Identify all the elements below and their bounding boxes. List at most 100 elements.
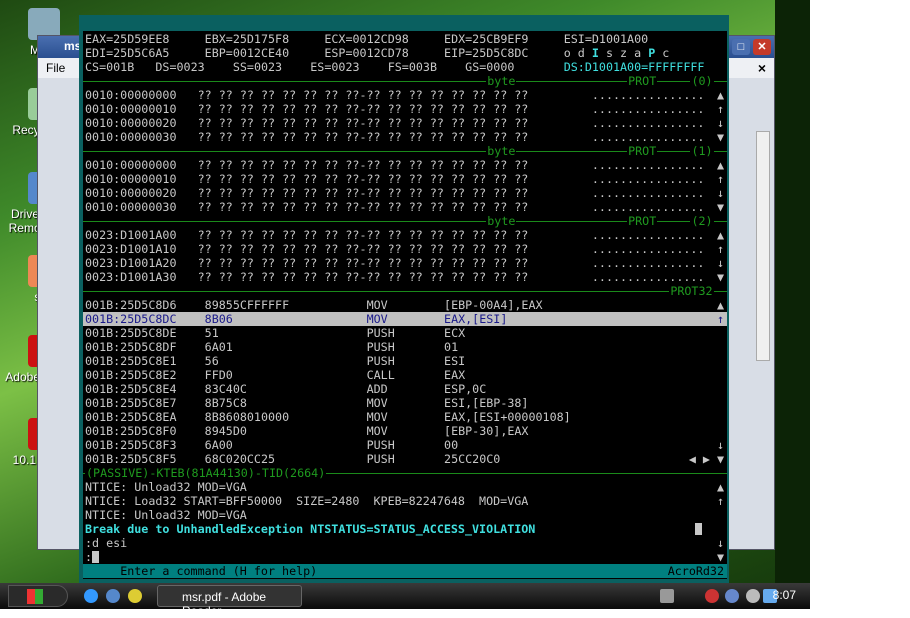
log-text: NTICE: Load32 START=BFF50000 SIZE=2480 K… [85,494,529,508]
thread-info: (PASSIVE)-KTEB(81A44130)-TID(2664) [85,466,327,480]
memory-row: 0010:00000020 ?? ?? ?? ?? ?? ?? ?? ??-?? … [83,116,727,130]
register-value: ESP=0012CD78 [324,46,409,60]
instruction-mnemonic: PUSH [366,438,395,452]
command-cursor[interactable] [92,551,100,563]
close-document-button[interactable]: × [758,60,766,76]
instruction-address: 001B:25D5C8DC [85,312,177,326]
instruction-mnemonic: PUSH [366,340,395,354]
data-type-label: byte [486,214,517,228]
scroll-arrow[interactable]: ▼ [717,200,724,214]
code-mode-label: PROT32 [669,284,714,298]
cpu-flag: a [634,46,642,60]
memory-bytes: ?? ?? ?? ?? ?? ?? ?? ??-?? ?? ?? ?? ?? ?… [197,256,529,270]
command-log-line: :d esi ↓ [83,536,727,550]
scroll-arrow[interactable]: ↓ [717,438,724,452]
instruction-bytes: 56 [204,354,219,368]
scroll-arrow[interactable]: ▼ [717,270,724,284]
cpu-flag: c [662,46,670,60]
keyboard-icon[interactable] [660,589,674,603]
scroll-arrow[interactable]: ▲ [717,298,724,312]
instruction-operands: EAX,[ESI] [444,312,508,326]
scroll-arrow[interactable]: ▼ [717,130,724,144]
scroll-arrow[interactable]: ↑ [717,172,724,186]
scroll-arrow[interactable]: ↑ [717,242,724,256]
taskbar-button-adobe-reader[interactable]: msr.pdf - Adobe Reader [157,585,302,618]
instruction-bytes: 8B8608010000 [204,410,290,424]
scroll-arrow[interactable]: ◀ ▶ ▼ [689,452,724,466]
scroll-arrow[interactable]: ↓ [717,186,724,200]
register-row: EAX=25D59EE8 EBX=25D175F8 ECX=0012CD98 EDX=… [83,32,727,46]
clock: 8:07 [772,588,796,602]
scroll-arrow[interactable]: ↑ [717,102,724,116]
command-log-line: Break due to UnhandledException NTSTATUS… [83,522,727,536]
scroll-arrow[interactable]: ▲ [717,480,724,494]
instruction-address: 001B:25D5C8E4 [85,382,177,396]
scroll-arrow[interactable]: ↑ [717,494,724,508]
network-icon[interactable] [725,589,739,603]
start-button[interactable] [8,585,68,607]
memory-address: 0023:D1001A10 [85,242,177,256]
cpu-flag: o [563,46,571,60]
memory-address: 0010:00000030 [85,130,177,144]
memory-ascii: ................ [591,130,705,144]
scroll-arrow[interactable]: ↓ [717,536,724,550]
register-value: SS=0023 [232,60,283,74]
command-input-line[interactable]: : ▼ [83,550,727,564]
data-window-index: (1) [690,144,714,158]
memory-row: 0010:00000020 ?? ?? ?? ?? ?? ?? ?? ??-?? … [83,186,727,200]
menu-file[interactable]: File [46,61,65,75]
media-icon[interactable] [106,589,120,603]
scroll-arrow[interactable]: ↓ [717,256,724,270]
command-log-line: NTICE: Load32 START=BFF50000 SIZE=2480 K… [83,494,727,508]
scroll-arrow[interactable]: ▲ [717,158,724,172]
scrollbar[interactable] [756,131,770,361]
memory-row: 0023:D1001A30 ?? ?? ?? ?? ?? ?? ?? ??-?? … [83,270,727,284]
register-value: DS:D1001A00=FFFFFFFF [563,60,705,74]
instruction-mnemonic: PUSH [366,452,395,466]
memory-ascii: ................ [591,186,705,200]
ie-icon[interactable] [84,589,98,603]
shield-icon[interactable] [128,589,142,603]
instruction-operands: 25CC20C0 [444,452,501,466]
register-value: EAX=25D59EE8 [85,32,170,46]
data-window-header: byte PROT (1) [83,144,727,158]
instruction-bytes: 8945D0 [204,424,247,438]
instruction-operands: [EBP-30],EAX [444,424,529,438]
memory-bytes: ?? ?? ?? ?? ?? ?? ?? ??-?? ?? ?? ?? ?? ?… [197,270,529,284]
close-button[interactable]: ✕ [753,39,771,55]
cpu-flag: z [620,46,628,60]
memory-address: 0010:00000000 [85,158,177,172]
volume-icon[interactable] [746,589,760,603]
scroll-arrow[interactable]: ▲ [717,88,724,102]
memory-ascii: ................ [591,256,705,270]
memory-ascii: ................ [591,172,705,186]
status-hint: Enter a command (H for help) [120,564,318,578]
data-mode-label: PROT [627,214,658,228]
scroll-thumb[interactable] [695,523,703,535]
code-row: 001B:25D5C8DF 6A01 PUSH 01 [83,340,727,354]
memory-ascii: ................ [591,242,705,256]
data-type-label: byte [486,144,517,158]
memory-row: 0010:00000030 ?? ?? ?? ?? ?? ?? ?? ??-?? … [83,200,727,214]
instruction-mnemonic: MOV [366,410,388,424]
scroll-arrow[interactable]: ▼ [717,550,724,564]
instruction-bytes: 6A00 [204,438,233,452]
log-text: Break due to UnhandledException NTSTATUS… [85,522,536,536]
scroll-arrow[interactable]: ↑ [717,312,724,326]
data-mode-label: PROT [627,144,658,158]
scroll-arrow[interactable]: ▲ [717,228,724,242]
register-value: EBP=0012CE40 [204,46,290,60]
data-mode-label: PROT [627,74,658,88]
scroll-arrow[interactable]: ↓ [717,116,724,130]
security-icon[interactable] [705,589,719,603]
maximize-button[interactable]: □ [732,39,750,55]
instruction-operands: ESI,[EBP-38] [444,396,529,410]
instruction-operands: 00 [444,438,459,452]
instruction-bytes: 83C40C [204,382,247,396]
instruction-operands: [EBP-00A4],EAX [444,298,543,312]
code-window-header: PROT32 [83,284,727,298]
code-row: 001B:25D5C8EA 8B8608010000 MOV EAX,[ESI+000… [83,410,727,424]
code-row: 001B:25D5C8E4 83C40C ADD ESP,0C [83,382,727,396]
status-bar: Enter a command (H for help) AcroRd32 [83,564,727,578]
cpu-flag: I [591,46,599,60]
